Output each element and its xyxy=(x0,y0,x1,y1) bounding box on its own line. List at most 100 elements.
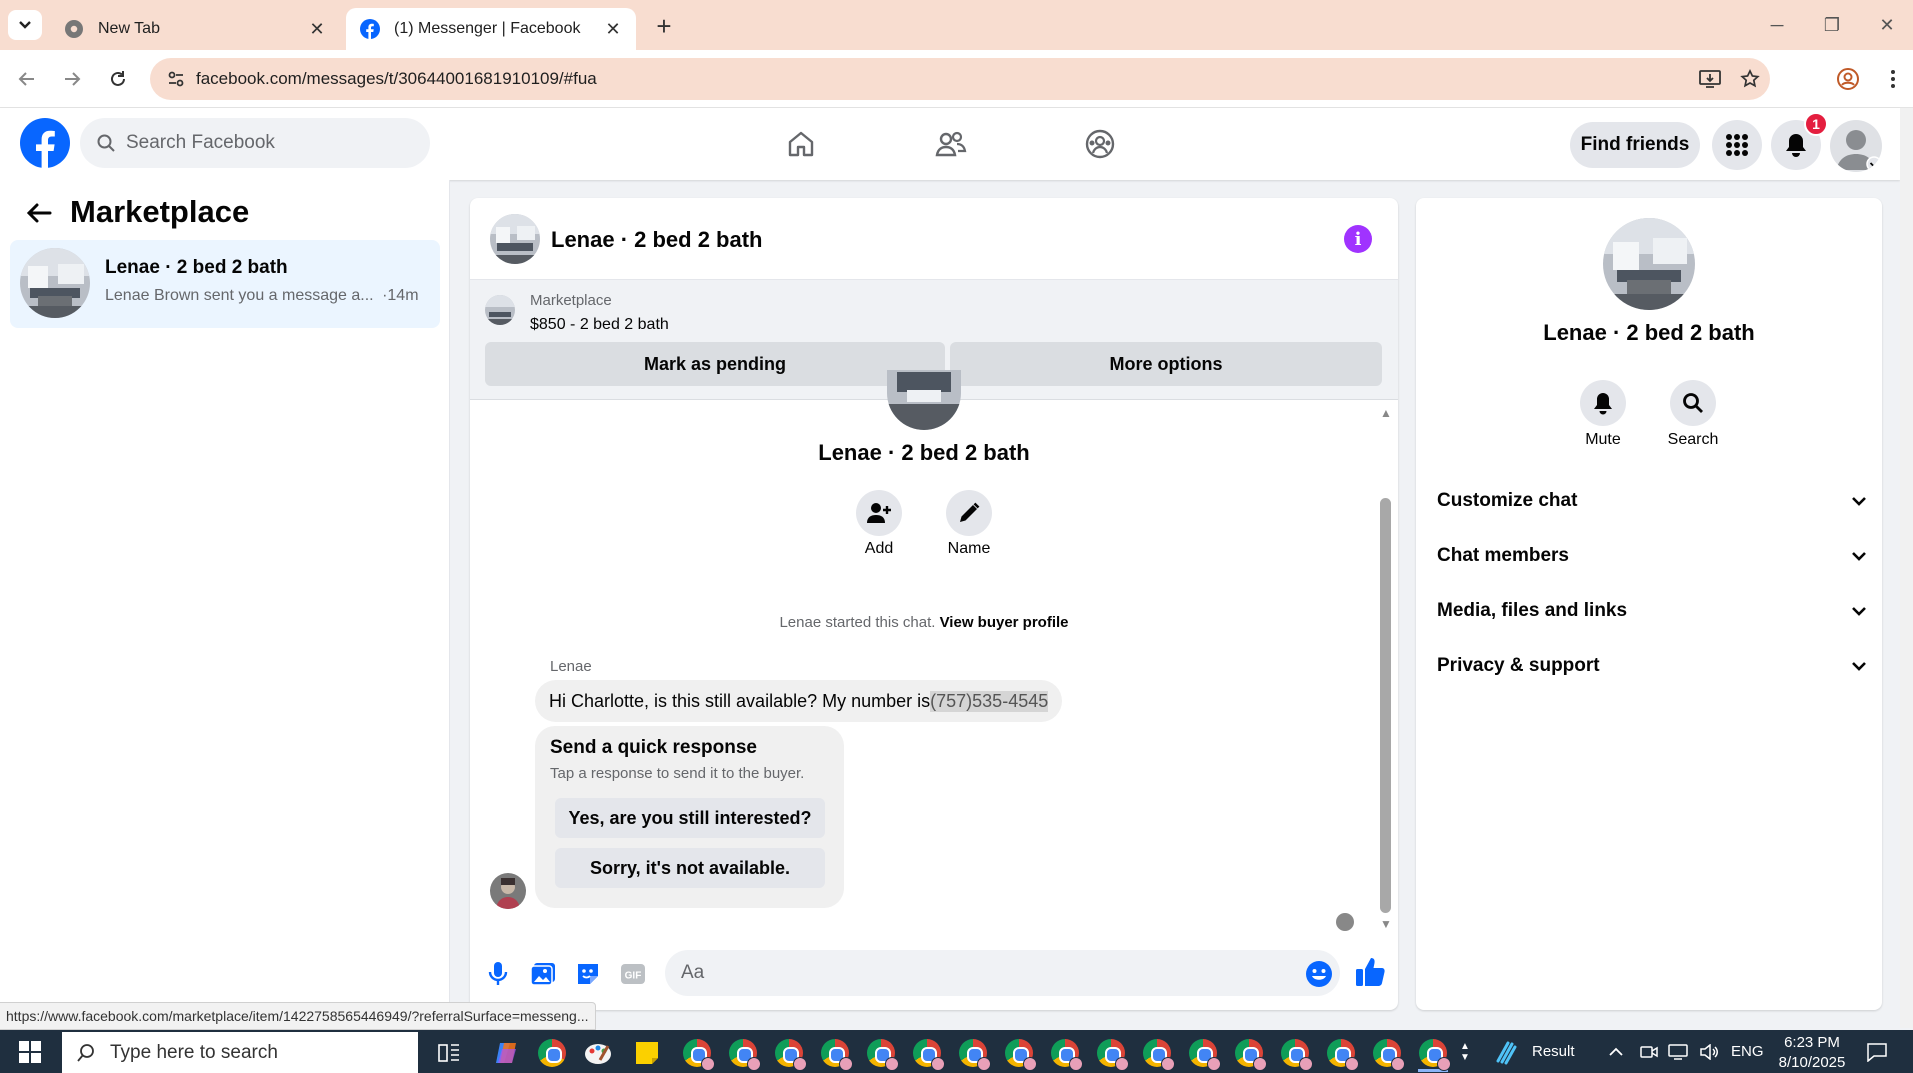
quick-response-yes-button[interactable]: Yes, are you still interested? xyxy=(555,798,825,838)
language-indicator[interactable]: ENG xyxy=(1731,1030,1764,1073)
taskbar-chrome-4[interactable] xyxy=(772,1036,807,1071)
nav-friends[interactable] xyxy=(931,124,971,164)
close-tab-icon[interactable]: ✕ xyxy=(604,19,622,39)
taskbar-scroll-arrows[interactable]: ▲ ▼ xyxy=(1456,1030,1474,1073)
window-close-icon[interactable]: ✕ xyxy=(1872,10,1902,40)
scroll-down-arrow[interactable]: ▼ xyxy=(1378,917,1394,931)
message-bubble[interactable]: Hi Charlotte, is this still available? M… xyxy=(535,680,1063,722)
install-app-icon[interactable] xyxy=(1690,69,1730,89)
minimize-icon[interactable]: ─ xyxy=(1762,10,1792,40)
tab-new-tab[interactable]: New Tab ✕ xyxy=(50,8,340,50)
taskbar-chrome-7[interactable] xyxy=(910,1036,945,1071)
chrome-icon xyxy=(821,1039,853,1071)
back-arrow-icon[interactable] xyxy=(24,198,54,228)
sticky-notes-app[interactable] xyxy=(630,1036,664,1070)
customize-chat-section[interactable]: Customize chat xyxy=(1437,481,1867,521)
start-button[interactable] xyxy=(0,1030,60,1073)
gif-icon: GIF xyxy=(621,964,645,984)
account-avatar[interactable] xyxy=(1830,120,1882,172)
taskbar-chrome-10[interactable] xyxy=(1048,1036,1083,1071)
privacy-support-section[interactable]: Privacy & support xyxy=(1437,646,1867,686)
profile-button[interactable] xyxy=(1833,64,1863,94)
taskbar-chrome-9[interactable] xyxy=(1002,1036,1037,1071)
taskbar-chrome-12[interactable] xyxy=(1140,1036,1175,1071)
emoji-icon[interactable] xyxy=(1305,960,1333,988)
bookmark-star-icon[interactable] xyxy=(1730,69,1770,89)
chat-title[interactable]: Lenae · 2 bed 2 bath xyxy=(551,227,763,253)
name-chat-button[interactable] xyxy=(946,490,992,536)
camera-icon[interactable] xyxy=(1640,1030,1658,1073)
quick-response-sorry-button[interactable]: Sorry, it's not available. xyxy=(555,848,825,888)
taskbar-chrome-1[interactable] xyxy=(535,1036,569,1070)
facebook-search-input[interactable]: Search Facebook xyxy=(80,118,430,168)
taskbar-clock[interactable]: 6:23 PM 8/10/2025 xyxy=(1770,1033,1854,1073)
taskbar-chrome-16[interactable] xyxy=(1324,1036,1359,1071)
volume-icon[interactable] xyxy=(1699,1030,1719,1073)
taskbar-chrome-14[interactable] xyxy=(1232,1036,1267,1071)
taskbar-chrome-17[interactable] xyxy=(1370,1036,1405,1071)
chat-started-notice: Lenae started this chat. View buyer prof… xyxy=(600,614,1248,631)
tab-search-dropdown[interactable] xyxy=(8,10,42,40)
view-buyer-profile-link[interactable]: View buyer profile xyxy=(940,614,1069,631)
taskbar-chrome-3[interactable] xyxy=(726,1036,761,1071)
chat-header-thumbnail[interactable] xyxy=(490,214,540,264)
chat-scrollbar-thumb[interactable] xyxy=(1380,498,1391,913)
media-files-links-section[interactable]: Media, files and links xyxy=(1437,591,1867,631)
site-settings-icon[interactable] xyxy=(156,69,196,89)
taskbar-chrome-6[interactable] xyxy=(864,1036,899,1071)
find-friends-button[interactable]: Find friends xyxy=(1570,122,1700,168)
message-input[interactable]: Aa xyxy=(665,950,1340,996)
sender-avatar[interactable] xyxy=(490,873,526,909)
mark-as-pending-button[interactable]: Mark as pending xyxy=(485,342,945,386)
sticker-button[interactable] xyxy=(572,958,604,990)
taskbar-search-input[interactable]: Type here to search xyxy=(62,1032,418,1073)
copilot-app[interactable] xyxy=(489,1036,523,1070)
mute-button[interactable] xyxy=(1580,380,1626,426)
taskbar-chrome-13[interactable] xyxy=(1186,1036,1221,1071)
network-icon[interactable] xyxy=(1668,1030,1688,1073)
chat-members-section[interactable]: Chat members xyxy=(1437,536,1867,576)
voice-clip-button[interactable] xyxy=(482,958,514,990)
back-button[interactable] xyxy=(12,64,42,94)
taskbar-chrome-5[interactable] xyxy=(818,1036,853,1071)
taskbar-chrome-2[interactable] xyxy=(680,1036,715,1071)
tab-messenger[interactable]: (1) Messenger | Facebook ✕ xyxy=(346,8,636,50)
thumbs-up-icon[interactable] xyxy=(1354,956,1386,988)
facebook-logo-icon[interactable] xyxy=(20,118,70,168)
taskbar-chrome-8[interactable] xyxy=(956,1036,991,1071)
taskbar-chrome-18[interactable] xyxy=(1416,1036,1451,1071)
phone-number-text[interactable]: (757)535-4545 xyxy=(930,690,1049,712)
clock-time: 6:23 PM xyxy=(1784,1034,1840,1051)
more-options-button[interactable]: More options xyxy=(950,342,1382,386)
search-in-chat-button[interactable] xyxy=(1670,380,1716,426)
forward-button[interactable] xyxy=(57,64,87,94)
browser-menu-button[interactable] xyxy=(1878,64,1908,94)
scroll-up-arrow[interactable]: ▲ xyxy=(1378,406,1394,420)
attach-photo-button[interactable] xyxy=(527,958,559,990)
taskbar-chrome-11[interactable] xyxy=(1094,1036,1129,1071)
close-tab-icon[interactable]: ✕ xyxy=(308,19,326,39)
nav-home[interactable] xyxy=(781,124,821,164)
copilot-icon xyxy=(496,1043,516,1063)
taskbar-chrome-15[interactable] xyxy=(1278,1036,1313,1071)
gif-button[interactable]: GIF xyxy=(617,958,649,990)
info-icon[interactable]: i xyxy=(1344,225,1372,253)
reload-button[interactable] xyxy=(103,64,133,94)
new-tab-button[interactable]: + xyxy=(650,11,678,41)
page-scrollbar[interactable] xyxy=(1900,108,1913,1028)
add-member-button[interactable] xyxy=(856,490,902,536)
paint-app[interactable] xyxy=(581,1036,615,1070)
listing-thumbnail-small[interactable] xyxy=(485,295,515,325)
listing-title[interactable]: $850 - 2 bed 2 bath xyxy=(530,316,669,334)
weather-widget[interactable]: Result xyxy=(1492,1030,1575,1073)
tray-overflow-icon[interactable] xyxy=(1608,1030,1624,1073)
restore-icon[interactable]: ❐ xyxy=(1817,10,1847,40)
clock-date: 8/10/2025 xyxy=(1778,1054,1846,1071)
nav-groups[interactable] xyxy=(1080,124,1120,164)
task-view-button[interactable] xyxy=(432,1036,466,1070)
omnibox[interactable]: facebook.com/messages/t/3064400168191010… xyxy=(150,58,1770,100)
notification-center-icon[interactable] xyxy=(1866,1030,1888,1073)
details-thumbnail[interactable] xyxy=(1603,218,1695,310)
photo-icon xyxy=(530,963,555,986)
menu-grid-button[interactable] xyxy=(1712,120,1762,170)
